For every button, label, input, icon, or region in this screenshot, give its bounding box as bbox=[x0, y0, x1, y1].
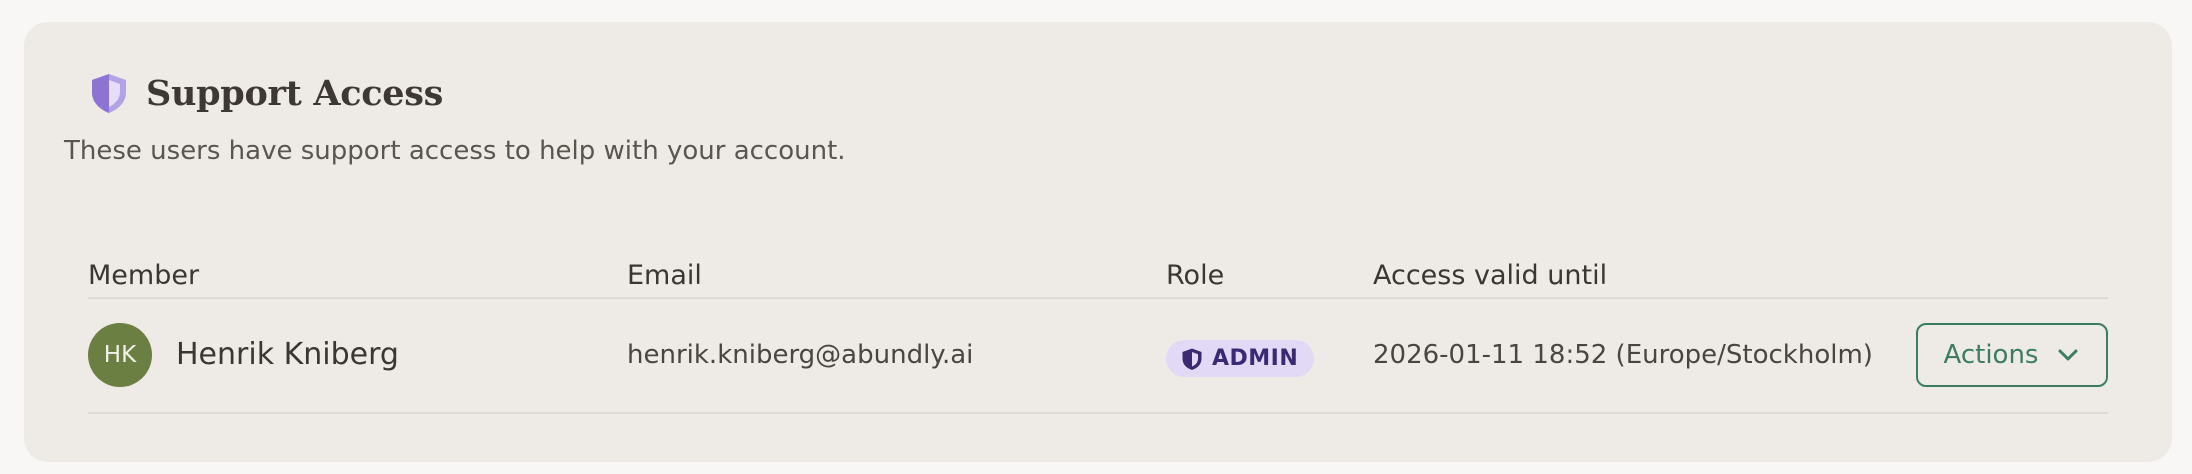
section-header: Support Access bbox=[88, 72, 443, 114]
shield-icon bbox=[1180, 347, 1204, 371]
actions-button[interactable]: Actions bbox=[1916, 323, 2108, 387]
column-header-role: Role bbox=[1166, 260, 1225, 291]
access-valid-until: 2026-01-11 18:52 (Europe/Stockholm) bbox=[1373, 340, 1873, 370]
member-name: Henrik Kniberg bbox=[176, 337, 399, 372]
actions-label: Actions bbox=[1943, 340, 2039, 370]
support-access-card: Support Access These users have support … bbox=[24, 22, 2172, 462]
column-header-valid-until: Access valid until bbox=[1373, 260, 1608, 291]
header-divider bbox=[88, 297, 2108, 299]
row-divider bbox=[88, 412, 2108, 414]
column-header-member: Member bbox=[88, 260, 200, 291]
role-badge: ADMIN bbox=[1166, 340, 1315, 377]
chevron-down-icon bbox=[2056, 343, 2080, 367]
section-subtitle: These users have support access to help … bbox=[64, 136, 846, 166]
section-title: Support Access bbox=[146, 72, 444, 114]
avatar: HK bbox=[88, 323, 152, 387]
role-label: ADMIN bbox=[1212, 346, 1299, 371]
member-email: henrik.kniberg@abundly.ai bbox=[627, 340, 974, 370]
column-header-email: Email bbox=[627, 260, 702, 291]
shield-icon bbox=[88, 72, 130, 114]
